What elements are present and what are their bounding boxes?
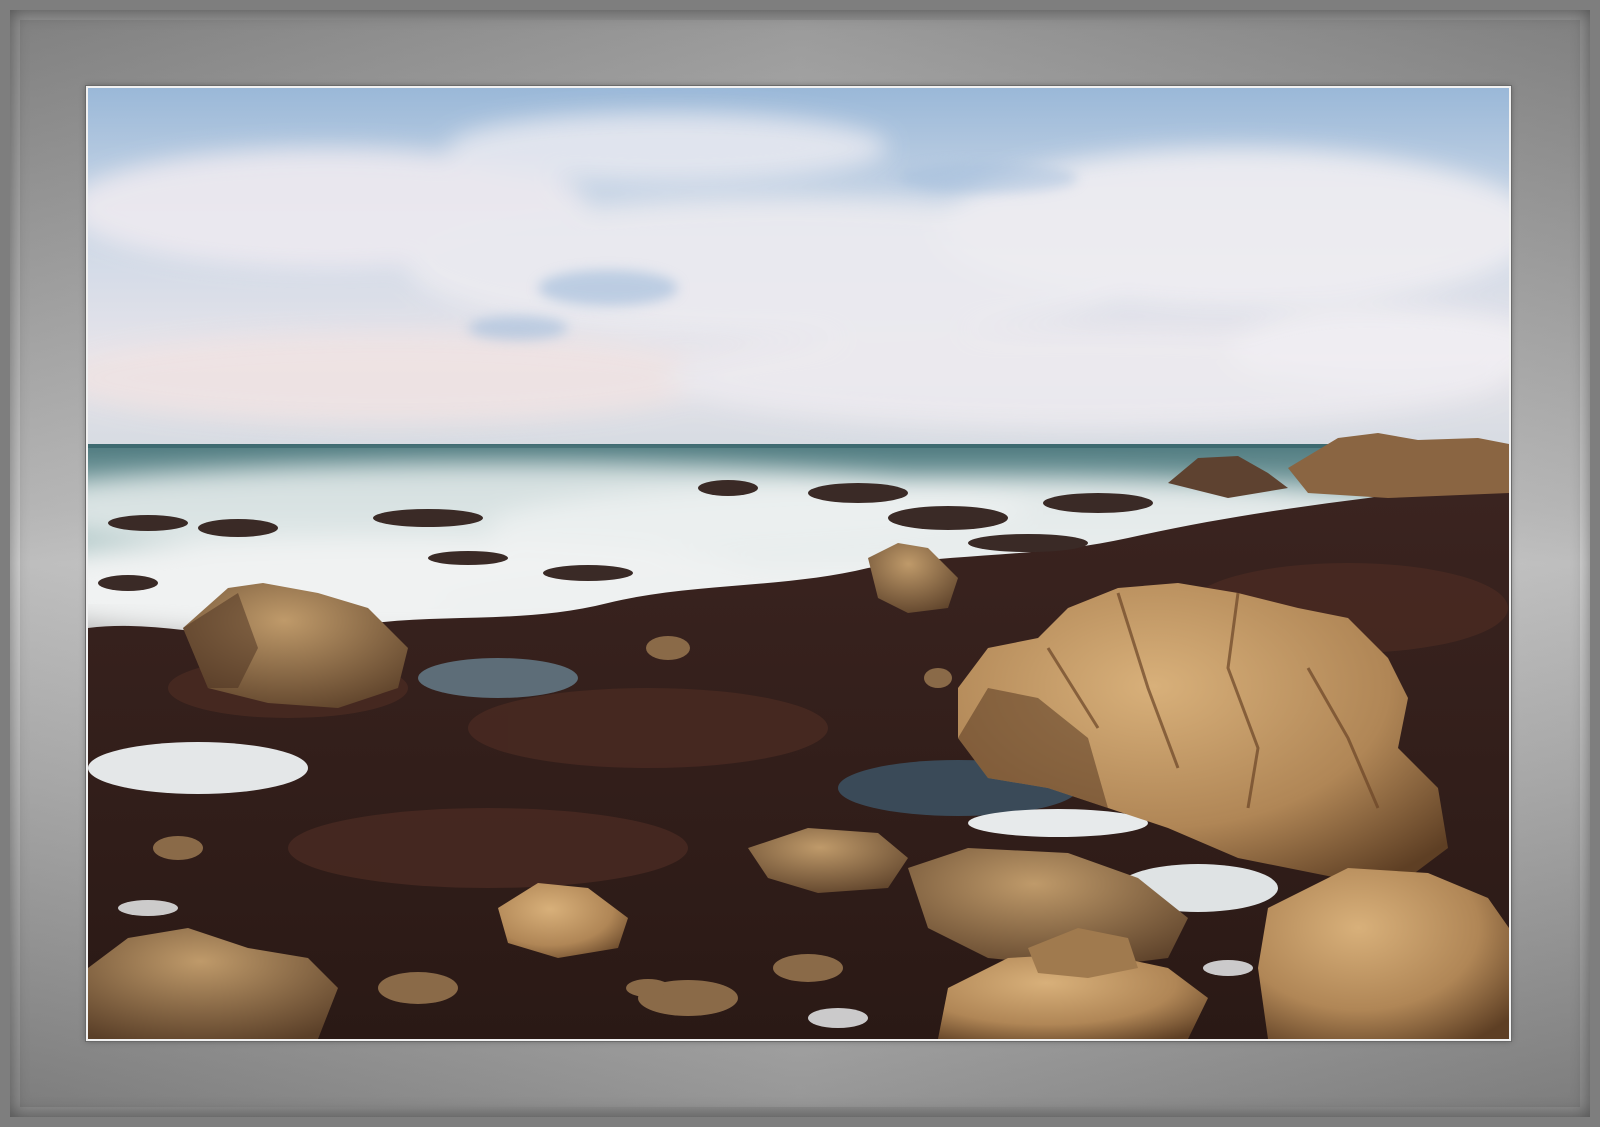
coastal-seascape-photo: [88, 88, 1509, 1039]
photo-frame: [85, 85, 1512, 1042]
